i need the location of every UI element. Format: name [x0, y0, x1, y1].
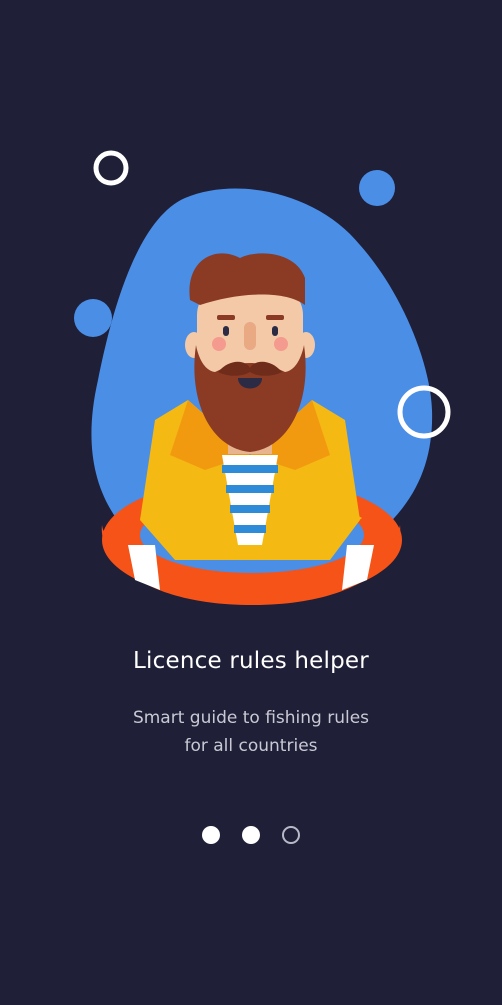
- bubble-ring-top-left: [93, 150, 129, 186]
- onboarding-screen: Licence rules helper Smart guide to fish…: [0, 0, 502, 1005]
- bubble-top-right: [359, 170, 395, 206]
- page-subtitle: Smart guide to fishing rules for all cou…: [0, 704, 502, 760]
- subtitle-line-2: for all countries: [184, 736, 318, 756]
- page-dot-3[interactable]: [282, 826, 300, 844]
- lifebuoy-band-left: [128, 545, 160, 590]
- pagination-dots: [0, 826, 502, 844]
- eye-right: [272, 326, 278, 336]
- page-dot-2[interactable]: [242, 826, 260, 844]
- page-title: Licence rules helper: [133, 648, 369, 674]
- bubble-left: [74, 299, 112, 337]
- subtitle-line-1: Smart guide to fishing rules: [132, 708, 370, 728]
- page-dot-1[interactable]: [202, 826, 220, 844]
- lifebuoy-band-right: [342, 545, 374, 590]
- eye-left: [223, 326, 229, 336]
- nose: [244, 322, 256, 350]
- fisherman-illustration: [74, 150, 451, 605]
